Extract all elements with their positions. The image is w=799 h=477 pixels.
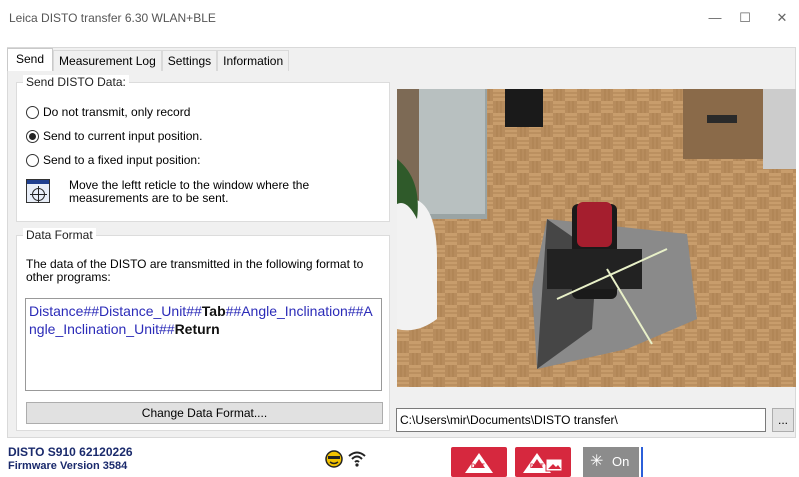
reticle-drag-icon[interactable] — [26, 179, 50, 203]
laser-on-toggle[interactable]: ✳ On — [583, 447, 639, 477]
dist-photo-button[interactable]: DIST — [515, 447, 571, 477]
change-data-format-button[interactable]: Change Data Format.... — [26, 402, 383, 424]
toggle-indicator — [641, 447, 643, 477]
device-photo — [397, 89, 796, 387]
dist-photo-icon — [523, 453, 563, 473]
radio-label: Send to current input position. — [43, 129, 203, 143]
radio-label: Send to a fixed input position: — [43, 153, 201, 167]
wifi-icon — [348, 451, 366, 467]
browse-button[interactable]: ... — [772, 408, 794, 432]
data-format-field[interactable]: Distance##Distance_Unit##Tab##Angle_Incl… — [25, 298, 382, 391]
radio-label: Do not transmit, only record — [43, 105, 191, 119]
output-path-field[interactable]: C:\Users\mir\Documents\DISTO transfer\ — [396, 408, 766, 432]
reticle-hint-text: Move the leftt reticle to the window whe… — [69, 178, 310, 205]
maximize-button[interactable]: ☐ — [730, 8, 760, 28]
tab-settings[interactable]: Settings — [161, 50, 218, 71]
close-button[interactable]: ✕ — [767, 8, 797, 28]
tab-information[interactable]: Information — [217, 50, 290, 71]
data-format-description: The data of the DISTO are transmitted in… — [26, 257, 364, 284]
format-token: Return — [174, 321, 220, 337]
data-format-group: Data Format The data of the DISTO are tr… — [16, 228, 390, 431]
format-token: Tab — [201, 303, 226, 319]
tab-send[interactable]: Send — [7, 48, 54, 71]
send-data-legend: Send DISTO Data: — [23, 75, 129, 89]
dist-photo-label: DIST — [530, 464, 544, 470]
data-format-legend: Data Format — [23, 228, 96, 242]
radio-button-icon[interactable] — [26, 105, 39, 119]
window-title: Leica DISTO transfer 6.30 WLAN+BLE — [9, 11, 216, 25]
dist-triangle-icon — [465, 453, 493, 473]
radio-button-icon[interactable] — [26, 129, 39, 143]
laser-star-icon: ✳ — [590, 453, 604, 470]
minimize-button[interactable]: — — [700, 8, 730, 28]
laser-on-label: On — [612, 454, 630, 469]
dist-button-label: DIST — [471, 464, 485, 470]
dist-measure-button[interactable]: DIST — [451, 447, 507, 477]
format-token: Distance##Distance_Unit## — [29, 303, 202, 319]
title-bar: Leica DISTO transfer 6.30 WLAN+BLE — ☐ ✕ — [0, 0, 799, 36]
device-model: DISTO S910 62120226 — [8, 445, 133, 459]
radio-option-current-position[interactable]: Send to current input position. — [26, 129, 202, 143]
send-data-group: Send DISTO Data: Do not transmit, only r… — [16, 75, 390, 222]
tab-measurement-log[interactable]: Measurement Log — [53, 50, 162, 71]
radio-button-icon[interactable] — [26, 153, 39, 167]
smiley-status-icon — [325, 450, 343, 468]
device-photo-illustration — [397, 89, 796, 387]
tab-strip: Send Measurement Log Settings Informatio… — [7, 48, 290, 71]
radio-option-record-only[interactable]: Do not transmit, only record — [26, 105, 190, 119]
firmware-version: Firmware Version 3584 — [8, 460, 128, 472]
radio-option-fixed-position[interactable]: Send to a fixed input position: — [26, 153, 200, 167]
